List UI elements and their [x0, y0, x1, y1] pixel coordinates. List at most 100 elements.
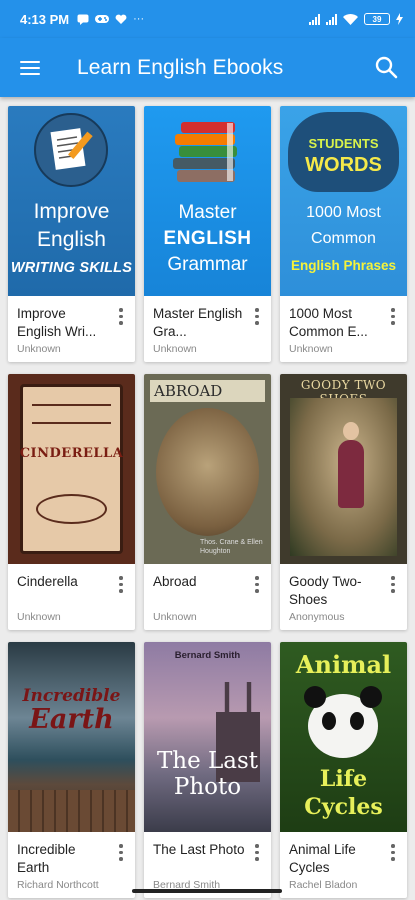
book-author: Anonymous: [289, 611, 345, 623]
status-time: 4:13 PM: [20, 11, 70, 27]
cover-line2: Earth: [29, 704, 114, 735]
more-vert-icon[interactable]: [117, 308, 125, 325]
search-icon[interactable]: [373, 54, 401, 82]
system-icons: 39: [309, 13, 403, 25]
book-author: Unknown: [289, 343, 333, 355]
gamepad-icon: [95, 15, 110, 23]
more-vert-icon[interactable]: [117, 844, 125, 861]
book-info: Cinderella Unknown: [8, 564, 135, 623]
book-title: Incredible Earth: [17, 842, 76, 875]
cover-line1: Improve: [33, 200, 110, 223]
cover-line1: Animal: [295, 650, 392, 679]
book-title: 1000 Most Common E...: [289, 306, 368, 339]
book-card[interactable]: Bernard Smith The Last Photo The Last Ph…: [144, 642, 271, 898]
book-info: 1000 Most Common E... Unknown: [280, 296, 407, 355]
cover-line1: 1000 Most: [306, 204, 381, 221]
more-vert-icon[interactable]: [389, 844, 397, 861]
book-author: Unknown: [153, 611, 197, 623]
cover-line1: ABROAD: [154, 382, 223, 400]
cover-line2: Common: [311, 230, 376, 247]
book-cover[interactable]: GOODY TWO SHOES: [280, 374, 407, 564]
status-bar: 4:13 PM ··· 39: [0, 0, 415, 38]
cover-line2: Life: [319, 766, 368, 792]
panda-eye-right: [350, 712, 364, 730]
more-vert-icon[interactable]: [117, 576, 125, 593]
panda-ear-left: [304, 686, 326, 708]
signal-icon-2: [326, 13, 337, 25]
cover-line1: CINDERELLA: [19, 446, 124, 461]
more-vert-icon[interactable]: [253, 308, 261, 325]
cover-line1: Incredible: [22, 686, 121, 706]
book-card[interactable]: GOODY TWO SHOES Goody Two-Shoes Anonymou…: [280, 374, 407, 630]
book-title: Animal Life Cycles: [289, 842, 356, 875]
book-cover[interactable]: Incredible Earth: [8, 642, 135, 832]
book-cover[interactable]: STUDENTS WORDS 1000 Most Common English …: [280, 106, 407, 296]
book-cover[interactable]: Bernard Smith The Last Photo: [144, 642, 271, 832]
book-card[interactable]: Incredible Earth Incredible Earth Richar…: [8, 642, 135, 898]
more-notifications-icon: ···: [133, 13, 145, 25]
figure-head: [343, 422, 359, 440]
cover-ornament-bottom: [36, 494, 107, 524]
cover-line2: The Last: [156, 748, 259, 774]
book-author: Richard Northcott: [17, 879, 99, 891]
heart-app-icon: [115, 14, 127, 24]
gesture-handle[interactable]: [132, 889, 282, 893]
cover-word-students: STUDENTS: [308, 136, 379, 151]
book-title: Master English Gra...: [153, 306, 243, 339]
book-title: Abroad: [153, 574, 197, 589]
book-card[interactable]: Animal Life Cycles Animal Life Cycles Ra…: [280, 642, 407, 898]
figure-dress: [338, 440, 364, 508]
cover-line2: ENGLISH: [163, 228, 252, 249]
signal-icon: [309, 13, 320, 25]
cover-boardwalk: [8, 790, 135, 832]
book-card[interactable]: CINDERELLA Cinderella Unknown: [8, 374, 135, 630]
cover-ornament: [32, 404, 111, 424]
charging-icon: [396, 13, 403, 25]
more-vert-icon[interactable]: [389, 576, 397, 593]
hamburger-icon: [20, 60, 40, 75]
book-info: Master English Gra... Unknown: [144, 296, 271, 355]
book-info: Abroad Unknown: [144, 564, 271, 623]
cover-line2: English: [37, 228, 106, 251]
more-vert-icon[interactable]: [253, 576, 261, 593]
book-title: Improve English Wri...: [17, 306, 97, 339]
book-cover[interactable]: ABROAD Thos. Crane & Ellen Houghton: [144, 374, 271, 564]
writing-pen-icon: [34, 113, 108, 187]
book-author: Unknown: [17, 343, 61, 355]
book-cover[interactable]: Animal Life Cycles: [280, 642, 407, 832]
book-card[interactable]: ABROAD Thos. Crane & Ellen Houghton Abro…: [144, 374, 271, 630]
cover-line1: Bernard Smith: [174, 650, 241, 661]
book-cover[interactable]: CINDERELLA: [8, 374, 135, 564]
more-vert-icon[interactable]: [253, 844, 261, 861]
book-card[interactable]: STUDENTS WORDS 1000 Most Common English …: [280, 106, 407, 362]
book-title: The Last Photo: [153, 842, 245, 857]
book-card[interactable]: Master ENGLISH Grammar Master English Gr…: [144, 106, 271, 362]
book-grid: Improve English WRITING SKILLS Improve E…: [8, 106, 408, 898]
menu-button[interactable]: [0, 38, 60, 97]
book-cover[interactable]: Master ENGLISH Grammar: [144, 106, 271, 296]
book-info: Goody Two-Shoes Anonymous: [280, 564, 407, 623]
book-author: Rachel Bladon: [289, 879, 358, 891]
book-info: The Last Photo Bernard Smith: [144, 832, 271, 891]
panda-eye-left: [322, 712, 336, 730]
cover-line3: Grammar: [167, 254, 248, 275]
book-card[interactable]: Improve English WRITING SKILLS Improve E…: [8, 106, 135, 362]
book-author: Unknown: [153, 343, 197, 355]
notification-icons: ···: [77, 13, 144, 25]
book-info: Incredible Earth Richard Northcott: [8, 832, 135, 891]
book-title: Goody Two-Shoes: [289, 574, 362, 607]
app-bar: Learn English Ebooks: [0, 38, 415, 97]
panda-ear-right: [360, 686, 382, 708]
book-author: Unknown: [17, 611, 61, 623]
more-vert-icon[interactable]: [389, 308, 397, 325]
book-cover[interactable]: Improve English WRITING SKILLS: [8, 106, 135, 296]
cover-illustration: [156, 408, 259, 536]
book-info: Animal Life Cycles Rachel Bladon: [280, 832, 407, 891]
app-title: Learn English Ebooks: [77, 55, 284, 79]
messenger-icon: [77, 14, 89, 25]
cover-line3: Cycles: [304, 794, 383, 820]
cover-line3: English Phrases: [290, 258, 397, 273]
cover-line3: WRITING SKILLS: [10, 260, 133, 276]
cover-line1: Master: [178, 202, 237, 223]
battery-icon: 39: [364, 13, 390, 25]
